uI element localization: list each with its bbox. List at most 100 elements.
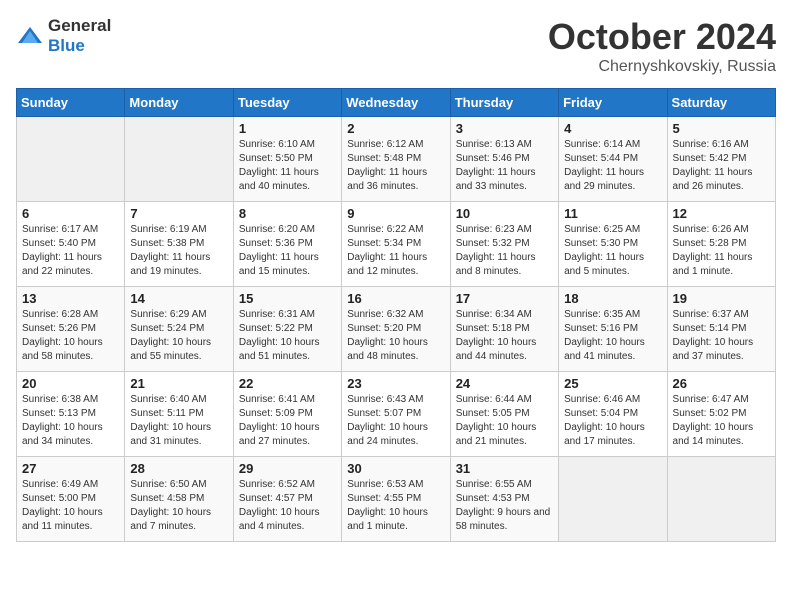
day-number: 18	[564, 291, 661, 306]
day-number: 29	[239, 461, 336, 476]
day-number: 31	[456, 461, 553, 476]
day-info: Sunrise: 6:26 AM Sunset: 5:28 PM Dayligh…	[673, 223, 770, 279]
calendar-cell: 21 Sunrise: 6:40 AM Sunset: 5:11 PM Dayli…	[125, 372, 233, 457]
location-title: Chernyshkovskiy, Russia	[548, 58, 776, 76]
calendar-cell: 22 Sunrise: 6:41 AM Sunset: 5:09 PM Dayli…	[233, 372, 341, 457]
week-row-2: 6 Sunrise: 6:17 AM Sunset: 5:40 PM Daylig…	[17, 202, 776, 287]
day-number: 7	[130, 206, 227, 221]
calendar-cell: 11 Sunrise: 6:25 AM Sunset: 5:30 PM Dayli…	[559, 202, 667, 287]
month-title: October 2024	[548, 16, 776, 58]
week-row-3: 13 Sunrise: 6:28 AM Sunset: 5:26 PM Dayli…	[17, 287, 776, 372]
day-info: Sunrise: 6:38 AM Sunset: 5:13 PM Dayligh…	[22, 393, 119, 449]
day-info: Sunrise: 6:10 AM Sunset: 5:50 PM Dayligh…	[239, 138, 336, 194]
calendar-cell: 4Sunrise: 6:14 AM Sunset: 5:44 PM Daylig…	[559, 117, 667, 202]
calendar-cell	[17, 117, 125, 202]
day-number: 5	[673, 121, 770, 136]
day-number: 26	[673, 376, 770, 391]
calendar-cell: 7 Sunrise: 6:19 AM Sunset: 5:38 PM Daylig…	[125, 202, 233, 287]
day-info: Sunrise: 6:14 AM Sunset: 5:44 PM Dayligh…	[564, 138, 661, 194]
calendar-cell: 29 Sunrise: 6:52 AM Sunset: 4:57 PM Dayli…	[233, 457, 341, 542]
calendar-cell: 31Sunrise: 6:55 AM Sunset: 4:53 PM Dayli…	[450, 457, 558, 542]
col-monday: Monday	[125, 89, 233, 117]
calendar-cell: 25 Sunrise: 6:46 AM Sunset: 5:04 PM Dayli…	[559, 372, 667, 457]
col-sunday: Sunday	[17, 89, 125, 117]
day-number: 12	[673, 206, 770, 221]
day-number: 30	[347, 461, 444, 476]
calendar-cell: 18 Sunrise: 6:35 AM Sunset: 5:16 PM Dayli…	[559, 287, 667, 372]
day-info: Sunrise: 6:52 AM Sunset: 4:57 PM Dayligh…	[239, 478, 336, 534]
day-info: Sunrise: 6:41 AM Sunset: 5:09 PM Dayligh…	[239, 393, 336, 449]
header-row: Sunday Monday Tuesday Wednesday Thursday…	[17, 89, 776, 117]
calendar-cell	[667, 457, 775, 542]
logo: General Blue	[16, 16, 111, 56]
day-info: Sunrise: 6:28 AM Sunset: 5:26 PM Dayligh…	[22, 308, 119, 364]
day-number: 24	[456, 376, 553, 391]
calendar-cell: 27Sunrise: 6:49 AM Sunset: 5:00 PM Dayli…	[17, 457, 125, 542]
day-info: Sunrise: 6:23 AM Sunset: 5:32 PM Dayligh…	[456, 223, 553, 279]
calendar-cell: 10Sunrise: 6:23 AM Sunset: 5:32 PM Dayli…	[450, 202, 558, 287]
calendar-cell: 17 Sunrise: 6:34 AM Sunset: 5:18 PM Dayli…	[450, 287, 558, 372]
day-number: 13	[22, 291, 119, 306]
day-number: 6	[22, 206, 119, 221]
day-info: Sunrise: 6:47 AM Sunset: 5:02 PM Dayligh…	[673, 393, 770, 449]
logo-icon	[16, 25, 44, 47]
calendar-cell	[559, 457, 667, 542]
week-row-1: 1 Sunrise: 6:10 AM Sunset: 5:50 PM Daylig…	[17, 117, 776, 202]
calendar-cell: 1 Sunrise: 6:10 AM Sunset: 5:50 PM Daylig…	[233, 117, 341, 202]
day-info: Sunrise: 6:25 AM Sunset: 5:30 PM Dayligh…	[564, 223, 661, 279]
col-wednesday: Wednesday	[342, 89, 450, 117]
day-info: Sunrise: 6:22 AM Sunset: 5:34 PM Dayligh…	[347, 223, 444, 279]
day-number: 8	[239, 206, 336, 221]
day-number: 28	[130, 461, 227, 476]
calendar-cell: 6 Sunrise: 6:17 AM Sunset: 5:40 PM Daylig…	[17, 202, 125, 287]
day-info: Sunrise: 6:19 AM Sunset: 5:38 PM Dayligh…	[130, 223, 227, 279]
calendar-table: Sunday Monday Tuesday Wednesday Thursday…	[16, 88, 776, 542]
col-friday: Friday	[559, 89, 667, 117]
calendar-cell: 9 Sunrise: 6:22 AM Sunset: 5:34 PM Daylig…	[342, 202, 450, 287]
calendar-cell: 19 Sunrise: 6:37 AM Sunset: 5:14 PM Dayli…	[667, 287, 775, 372]
day-number: 16	[347, 291, 444, 306]
calendar-cell	[125, 117, 233, 202]
calendar-cell: 8 Sunrise: 6:20 AM Sunset: 5:36 PM Daylig…	[233, 202, 341, 287]
day-number: 2	[347, 121, 444, 136]
logo-general: General	[48, 16, 111, 35]
day-number: 11	[564, 206, 661, 221]
calendar-cell: 28Sunrise: 6:50 AM Sunset: 4:58 PM Dayli…	[125, 457, 233, 542]
calendar-cell: 15Sunrise: 6:31 AM Sunset: 5:22 PM Dayli…	[233, 287, 341, 372]
day-number: 21	[130, 376, 227, 391]
day-info: Sunrise: 6:29 AM Sunset: 5:24 PM Dayligh…	[130, 308, 227, 364]
day-info: Sunrise: 6:20 AM Sunset: 5:36 PM Dayligh…	[239, 223, 336, 279]
day-info: Sunrise: 6:53 AM Sunset: 4:55 PM Dayligh…	[347, 478, 444, 534]
day-number: 19	[673, 291, 770, 306]
day-number: 14	[130, 291, 227, 306]
calendar-cell: 20Sunrise: 6:38 AM Sunset: 5:13 PM Dayli…	[17, 372, 125, 457]
day-info: Sunrise: 6:40 AM Sunset: 5:11 PM Dayligh…	[130, 393, 227, 449]
page-header: General Blue October 2024 Chernyshkovski…	[16, 16, 776, 76]
day-number: 9	[347, 206, 444, 221]
calendar-cell: 5 Sunrise: 6:16 AM Sunset: 5:42 PM Daylig…	[667, 117, 775, 202]
calendar-cell: 24 Sunrise: 6:44 AM Sunset: 5:05 PM Dayli…	[450, 372, 558, 457]
day-number: 1	[239, 121, 336, 136]
day-info: Sunrise: 6:49 AM Sunset: 5:00 PM Dayligh…	[22, 478, 119, 534]
day-info: Sunrise: 6:37 AM Sunset: 5:14 PM Dayligh…	[673, 308, 770, 364]
day-info: Sunrise: 6:34 AM Sunset: 5:18 PM Dayligh…	[456, 308, 553, 364]
calendar-cell: 14 Sunrise: 6:29 AM Sunset: 5:24 PM Dayli…	[125, 287, 233, 372]
day-info: Sunrise: 6:46 AM Sunset: 5:04 PM Dayligh…	[564, 393, 661, 449]
day-number: 17	[456, 291, 553, 306]
day-number: 3	[456, 121, 553, 136]
calendar-cell: 3Sunrise: 6:13 AM Sunset: 5:46 PM Daylig…	[450, 117, 558, 202]
week-row-4: 20Sunrise: 6:38 AM Sunset: 5:13 PM Dayli…	[17, 372, 776, 457]
day-number: 22	[239, 376, 336, 391]
day-info: Sunrise: 6:16 AM Sunset: 5:42 PM Dayligh…	[673, 138, 770, 194]
day-info: Sunrise: 6:17 AM Sunset: 5:40 PM Dayligh…	[22, 223, 119, 279]
day-info: Sunrise: 6:44 AM Sunset: 5:05 PM Dayligh…	[456, 393, 553, 449]
title-area: October 2024 Chernyshkovskiy, Russia	[548, 16, 776, 76]
logo-blue: Blue	[48, 36, 85, 55]
calendar-cell: 2 Sunrise: 6:12 AM Sunset: 5:48 PM Daylig…	[342, 117, 450, 202]
calendar-cell: 16Sunrise: 6:32 AM Sunset: 5:20 PM Dayli…	[342, 287, 450, 372]
week-row-5: 27Sunrise: 6:49 AM Sunset: 5:00 PM Dayli…	[17, 457, 776, 542]
day-info: Sunrise: 6:12 AM Sunset: 5:48 PM Dayligh…	[347, 138, 444, 194]
day-number: 25	[564, 376, 661, 391]
col-tuesday: Tuesday	[233, 89, 341, 117]
day-info: Sunrise: 6:35 AM Sunset: 5:16 PM Dayligh…	[564, 308, 661, 364]
